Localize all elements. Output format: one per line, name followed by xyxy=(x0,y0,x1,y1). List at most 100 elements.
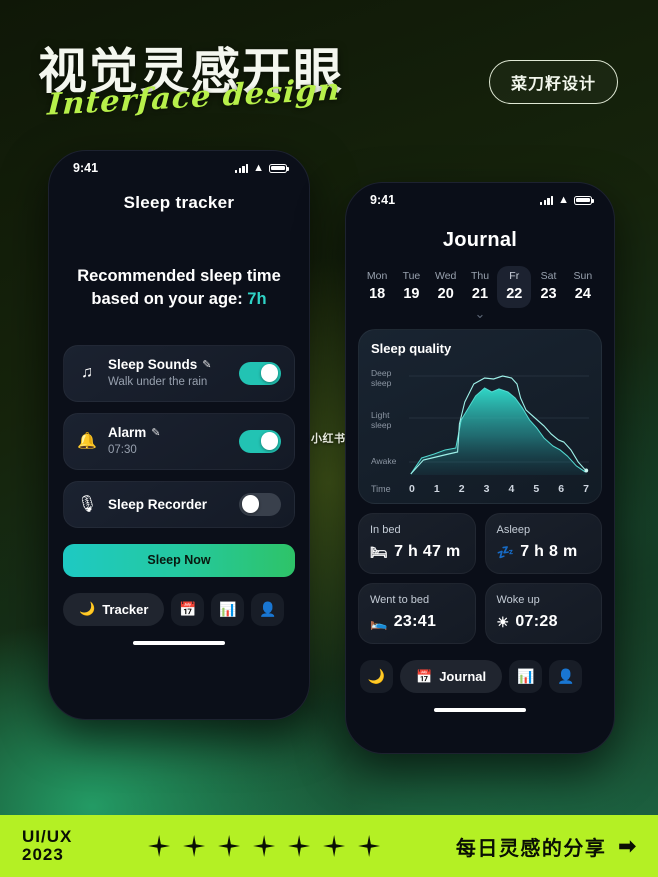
stat-value: 7 h 8 m xyxy=(520,543,578,560)
nav-item-label: Tracker xyxy=(102,601,149,617)
nav-item-tracker[interactable]: 🌙 xyxy=(360,660,393,693)
wifi-icon: ▲ xyxy=(253,161,264,174)
toggle-alarm[interactable] xyxy=(239,429,281,453)
y-tick-awake: Awake xyxy=(371,456,397,466)
footer-text: 每日灵感的分享 xyxy=(455,837,607,860)
chart-title: Sleep quality xyxy=(371,341,452,356)
day-cell-mon[interactable]: Mon 18 xyxy=(360,266,394,308)
toggle-sleep-recorder[interactable] xyxy=(239,492,281,516)
list-item-subtitle: Walk under the rain xyxy=(108,375,208,388)
y-tick-light-sleep: Light sleep xyxy=(371,410,392,431)
bottom-nav-left: 🌙 Tracker 📅 📊 👤 xyxy=(63,592,295,626)
nav-item-profile[interactable]: 👤 xyxy=(251,592,285,626)
day-cell-fri-selected[interactable]: Fr 22 xyxy=(497,266,532,308)
battery-icon xyxy=(574,195,594,205)
day-name: Mon xyxy=(366,270,388,282)
edit-pencil-icon[interactable]: ✎ xyxy=(202,358,211,371)
list-item-subtitle: 07:30 xyxy=(108,443,137,456)
x-tick: 5 xyxy=(533,483,540,495)
stat-card-asleep[interactable]: Asleep 💤 7 h 8 m xyxy=(484,513,602,574)
list-item-title: Sleep Recorder xyxy=(108,496,208,512)
person-icon: 👤 xyxy=(556,668,575,684)
x-tick: 3 xyxy=(483,483,490,495)
arrow-right-icon: ➡ xyxy=(618,834,636,858)
day-number: 22 xyxy=(506,286,523,302)
sleep-stats-grid: In bed 🛏 7 h 47 m Asleep 💤 7 h 8 m Went … xyxy=(358,513,602,644)
day-name: Wed xyxy=(435,270,457,282)
x-tick: 1 xyxy=(433,483,440,495)
day-name: Tue xyxy=(402,270,421,282)
chevron-down-icon[interactable]: ⌄ xyxy=(346,307,614,320)
status-time: 9:41 xyxy=(370,193,396,207)
nav-item-profile[interactable]: 👤 xyxy=(549,660,583,693)
stat-value: 23:41 xyxy=(393,613,437,630)
nav-item-calendar[interactable]: 📅 xyxy=(171,592,205,626)
day-cell-tue[interactable]: Tue 19 xyxy=(394,266,428,308)
sparkle-icon xyxy=(358,835,381,857)
calendar-icon: 📅 xyxy=(179,600,197,617)
nav-item-stats[interactable]: 📊 xyxy=(509,660,543,693)
day-number: 20 xyxy=(437,286,454,302)
nav-item-label: Journal xyxy=(439,669,487,684)
stat-card-woke-up[interactable]: Woke up ☀ 07:28 xyxy=(484,583,602,644)
recommend-line-2: based on your age: xyxy=(91,289,243,308)
x-tick: 7 xyxy=(583,483,589,495)
list-item-sleep-recorder[interactable]: 🎙 Sleep Recorder xyxy=(63,480,295,528)
bar-chart-icon: 📊 xyxy=(219,600,237,617)
page-title: Journal xyxy=(442,229,518,251)
toggle-sleep-sounds[interactable] xyxy=(239,361,281,385)
music-note-icon: ♫ xyxy=(81,364,93,382)
phone-left-sleep-tracker: 9:41 ▲ Sleep tracker Recommended sleep t… xyxy=(48,150,310,720)
calendar-icon: 📅 xyxy=(416,668,433,684)
day-number: 23 xyxy=(540,286,557,302)
day-name: Sun xyxy=(573,270,593,282)
bed-icon: 🛏 xyxy=(370,543,389,560)
sparkle-icon xyxy=(288,835,311,857)
moon-icon: 🌙 xyxy=(79,601,96,617)
edit-pencil-icon[interactable]: ✎ xyxy=(151,426,160,439)
status-bar-right: 9:41 ▲ xyxy=(346,183,614,213)
chart-svg xyxy=(409,375,589,475)
list-item-alarm[interactable]: 🔔 Alarm ✎ 07:30 xyxy=(63,412,295,470)
day-cell-sat[interactable]: Sat 23 xyxy=(531,266,565,308)
chart-end-point xyxy=(584,468,589,473)
footer-star-row xyxy=(86,835,442,857)
designer-badge[interactable]: 菜刀籽设计 xyxy=(488,60,618,104)
sleep-quality-card: Sleep quality Deep sleep Light sleep Awa… xyxy=(358,329,602,504)
day-name: Fr xyxy=(509,270,520,282)
stat-label: Went to bed xyxy=(370,594,430,606)
nav-item-stats[interactable]: 📊 xyxy=(211,592,245,626)
recommendation-text: Recommended sleep time based on your age… xyxy=(65,265,293,311)
stat-label: Woke up xyxy=(496,594,540,606)
day-number: 18 xyxy=(369,286,386,302)
stat-card-in-bed[interactable]: In bed 🛏 7 h 47 m xyxy=(358,513,476,574)
chart-y-axis: Deep sleep Light sleep Awake xyxy=(371,362,409,480)
phone-right-journal: 9:41 ▲ Journal Mon 18 Tue 19 Wed 20 Thu … xyxy=(345,182,615,754)
sparkle-icon xyxy=(218,835,241,857)
list-item-sleep-sounds[interactable]: ♫ Sleep Sounds ✎ Walk under the rain xyxy=(63,344,295,402)
footer-uiux-line2: 2023 xyxy=(22,845,64,864)
sparkle-icon xyxy=(148,835,171,857)
footer-uiux-label: UI/UX 2023 xyxy=(22,826,73,865)
recommend-line-1: Recommended sleep time xyxy=(77,267,281,285)
recommend-hours-value: 7h xyxy=(247,289,267,308)
x-tick: 4 xyxy=(508,483,515,495)
moon-icon: 🌙 xyxy=(367,668,386,684)
nav-item-journal[interactable]: 📅 Journal xyxy=(400,660,503,693)
week-selector: Mon 18 Tue 19 Wed 20 Thu 21 Fr 22 Sat 23… xyxy=(360,266,600,308)
stat-label: Asleep xyxy=(496,524,531,536)
day-cell-thu[interactable]: Thu 21 xyxy=(463,266,497,308)
stat-value: 07:28 xyxy=(515,613,558,630)
sleep-now-button[interactable]: Sleep Now xyxy=(63,543,295,577)
day-number: 21 xyxy=(471,286,489,302)
stat-value: 7 h 47 m xyxy=(394,543,461,560)
footer-uiux-line1: UI/UX xyxy=(22,826,73,846)
status-time: 9:41 xyxy=(73,161,99,175)
poster-header: 视觉灵感开眼 Interface design 菜刀籽设计 xyxy=(0,0,658,150)
nav-item-tracker[interactable]: 🌙 Tracker xyxy=(63,592,165,626)
stat-card-went-to-bed[interactable]: Went to bed 🛌 23:41 xyxy=(358,583,476,644)
day-cell-wed[interactable]: Wed 20 xyxy=(429,266,463,308)
wifi-icon: ▲ xyxy=(558,193,569,206)
day-cell-sun[interactable]: Sun 24 xyxy=(566,266,600,308)
x-tick: 6 xyxy=(558,483,565,495)
